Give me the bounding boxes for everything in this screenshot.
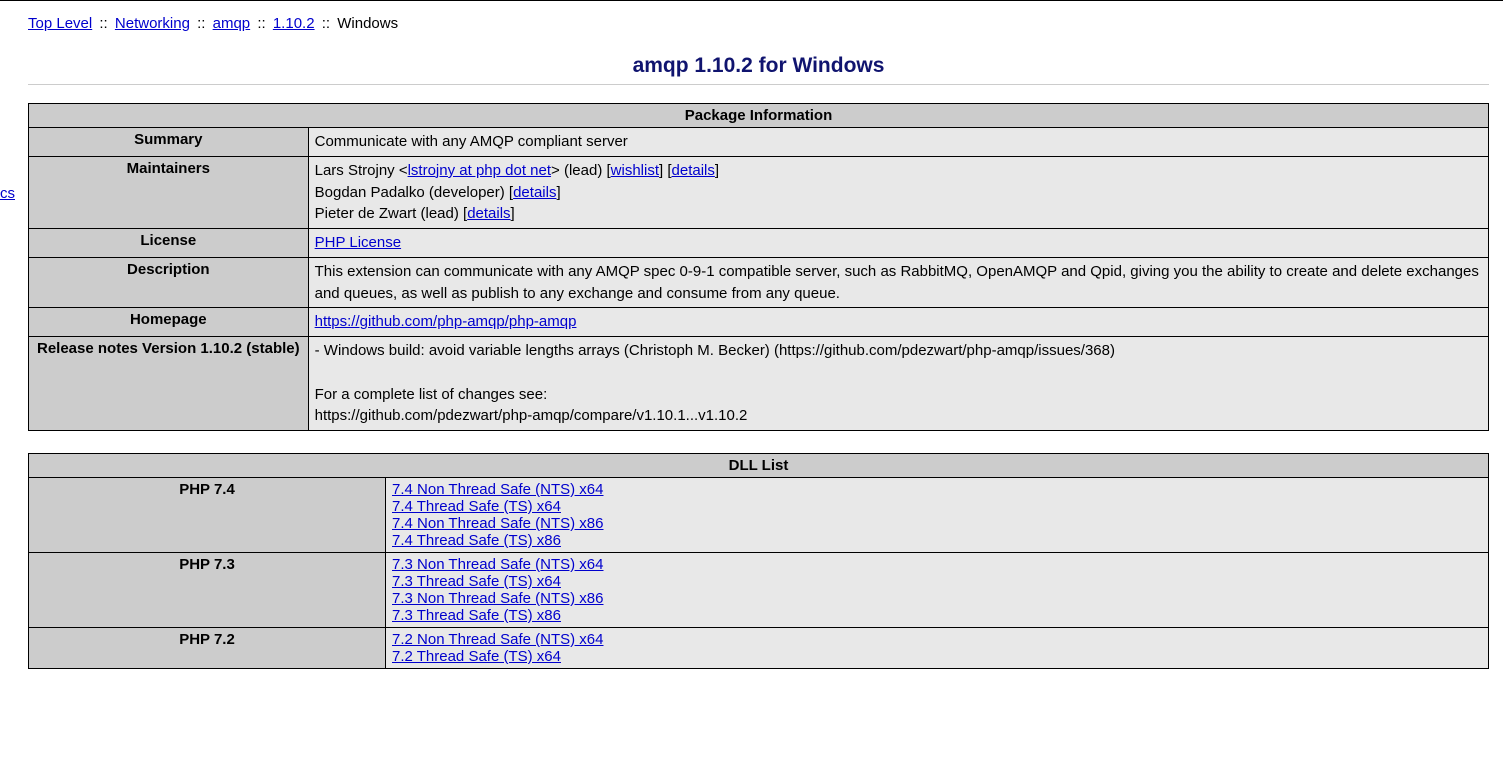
breadcrumb: Top Level :: Networking :: amqp :: 1.10.… [28, 11, 1489, 46]
dll-download-link[interactable]: 7.4 Thread Safe (TS) x64 [392, 498, 561, 515]
maintainer-wishlist-link[interactable]: wishlist [611, 162, 659, 179]
dll-php-version: PHP 7.2 [29, 628, 386, 669]
page-title: amqp 1.10.2 for Windows [28, 54, 1489, 78]
description-label: Description [29, 257, 309, 308]
maintainer-details-link[interactable]: details [672, 162, 715, 179]
dll-download-link[interactable]: 7.4 Non Thread Safe (NTS) x64 [392, 481, 604, 498]
breadcrumb-amqp[interactable]: amqp [213, 15, 251, 32]
breadcrumb-separator: :: [194, 15, 208, 32]
maintainer-details-link[interactable]: details [467, 205, 510, 222]
dll-download-link[interactable]: 7.2 Non Thread Safe (NTS) x64 [392, 631, 604, 648]
title-separator [28, 84, 1489, 85]
homepage-value: https://github.com/php-amqp/php-amqp [308, 308, 1488, 337]
breadcrumb-separator: :: [319, 15, 333, 32]
homepage-label: Homepage [29, 308, 309, 337]
sidebar-link-cs[interactable]: cs [0, 185, 15, 202]
dll-download-link[interactable]: 7.2 Thread Safe (TS) x64 [392, 648, 561, 665]
breadcrumb-networking[interactable]: Networking [115, 15, 190, 32]
release-notes-label: Release notes Version 1.10.2 (stable) [29, 337, 309, 431]
breadcrumb-version[interactable]: 1.10.2 [273, 15, 315, 32]
homepage-link[interactable]: https://github.com/php-amqp/php-amqp [315, 313, 577, 330]
dll-list-table: DLL List PHP 7.47.4 Non Thread Safe (NTS… [28, 453, 1489, 669]
dll-download-link[interactable]: 7.3 Thread Safe (TS) x64 [392, 573, 561, 590]
dll-download-link[interactable]: 7.4 Thread Safe (TS) x86 [392, 532, 561, 549]
dll-php-version: PHP 7.4 [29, 478, 386, 553]
maintainers-label: Maintainers [29, 156, 309, 228]
license-link[interactable]: PHP License [315, 234, 401, 251]
dll-download-link[interactable]: 7.3 Thread Safe (TS) x86 [392, 607, 561, 624]
maintainer-details-link[interactable]: details [513, 184, 556, 201]
dll-links-cell: 7.4 Non Thread Safe (NTS) x647.4 Thread … [386, 478, 1489, 553]
breadcrumb-separator: :: [96, 15, 110, 32]
release-notes-value: - Windows build: avoid variable lengths … [308, 337, 1488, 431]
license-label: License [29, 229, 309, 258]
description-value: This extension can communicate with any … [308, 257, 1488, 308]
dll-links-cell: 7.2 Non Thread Safe (NTS) x647.2 Thread … [386, 628, 1489, 669]
breadcrumb-current: Windows [337, 15, 398, 32]
dll-php-version: PHP 7.3 [29, 553, 386, 628]
breadcrumb-top-level[interactable]: Top Level [28, 15, 92, 32]
package-info-header: Package Information [29, 104, 1489, 128]
license-value: PHP License [308, 229, 1488, 258]
dll-download-link[interactable]: 7.3 Non Thread Safe (NTS) x64 [392, 556, 604, 573]
dll-download-link[interactable]: 7.4 Non Thread Safe (NTS) x86 [392, 515, 604, 532]
maintainer-email-link[interactable]: lstrojny at php dot net [408, 162, 551, 179]
dll-download-link[interactable]: 7.3 Non Thread Safe (NTS) x86 [392, 590, 604, 607]
summary-label: Summary [29, 128, 309, 157]
package-info-table: Package Information Summary Communicate … [28, 103, 1489, 431]
maintainers-value: Lars Strojny <lstrojny at php dot net> (… [308, 156, 1488, 228]
dll-list-header: DLL List [29, 454, 1489, 478]
breadcrumb-separator: :: [254, 15, 268, 32]
dll-links-cell: 7.3 Non Thread Safe (NTS) x647.3 Thread … [386, 553, 1489, 628]
summary-value: Communicate with any AMQP compliant serv… [308, 128, 1488, 157]
